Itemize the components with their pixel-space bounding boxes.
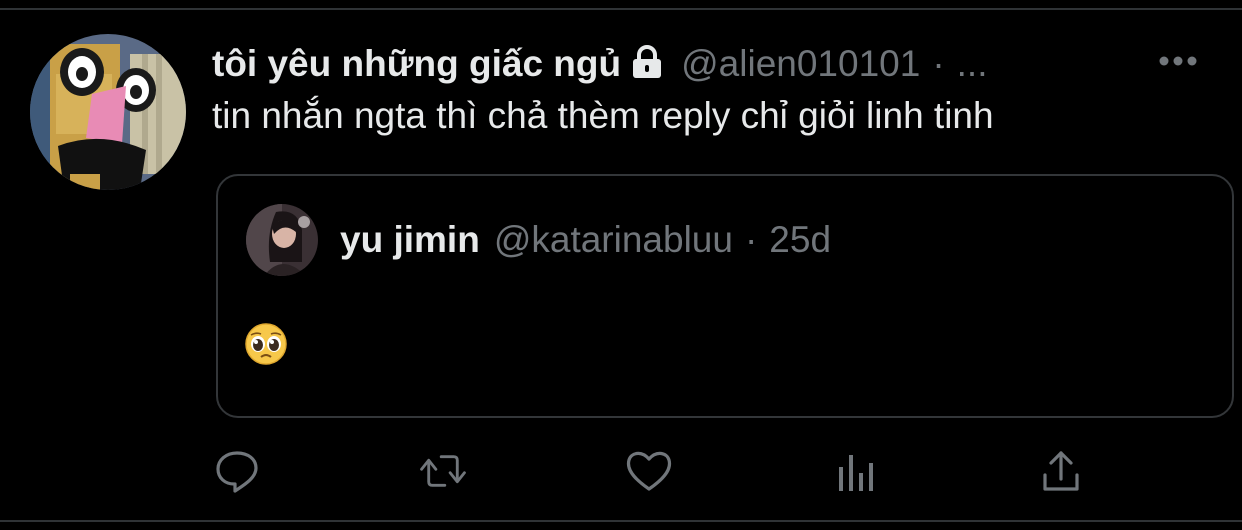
quoted-tweet[interactable]: yu jimin @katarinabluu · 25d 🥺 <box>216 174 1234 418</box>
quoted-tweet-text: 🥺 <box>244 322 288 366</box>
analytics-button[interactable] <box>832 446 882 496</box>
more-horizontal-icon[interactable] <box>1156 46 1200 76</box>
separator-dot: · <box>932 43 945 84</box>
separator-dot: · <box>744 219 758 260</box>
tweet-header: tôi yêu những giấc ngủ @alien010101 · ..… <box>212 38 988 90</box>
action-bar <box>0 446 1242 496</box>
quoted-tweet-emoji-text: 🥺 <box>244 322 245 323</box>
pleading-face-emoji-icon <box>245 323 287 365</box>
retweet-button[interactable] <box>418 446 468 496</box>
like-button[interactable] <box>624 446 674 496</box>
tweet-text: tin nhắn ngta thì chả thèm reply chỉ giỏ… <box>212 95 994 136</box>
share-icon <box>1043 451 1079 491</box>
reply-icon <box>216 451 258 493</box>
quoted-handle[interactable]: @katarinabluu <box>494 219 733 261</box>
quoted-tweet-header: yu jimin @katarinabluu · 25d <box>340 214 831 266</box>
author-display-name[interactable]: tôi yêu những giấc ngủ <box>212 38 621 90</box>
author-handle[interactable]: @alien010101 <box>681 38 920 90</box>
heart-icon <box>626 451 672 491</box>
avatar-image <box>30 34 186 190</box>
quoted-tweet-time[interactable]: 25d <box>769 219 831 261</box>
quoted-avatar-image <box>246 204 318 276</box>
share-button[interactable] <box>1036 446 1086 496</box>
quoted-display-name[interactable]: yu jimin <box>340 219 480 261</box>
quoted-author-avatar[interactable] <box>246 204 318 276</box>
top-divider <box>0 8 1242 10</box>
reply-button[interactable] <box>212 446 262 496</box>
bottom-divider <box>0 520 1242 522</box>
tweet-time[interactable]: ... <box>957 38 988 90</box>
author-avatar[interactable] <box>30 34 186 190</box>
lock-icon <box>629 44 665 80</box>
analytics-icon <box>839 455 873 491</box>
retweet-icon <box>420 455 466 487</box>
